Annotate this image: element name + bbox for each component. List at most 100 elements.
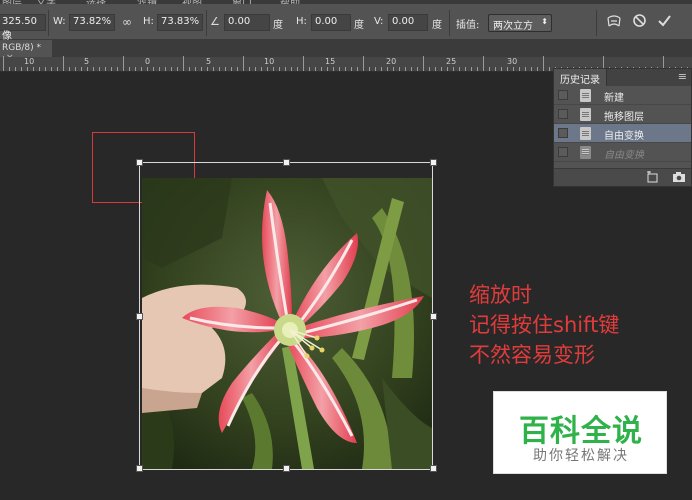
x-position-field[interactable]: 325.50 像: [0, 14, 46, 42]
ruler-tick: [231, 67, 232, 71]
ruler-tick: [147, 67, 148, 71]
transform-handle-right[interactable]: [430, 313, 437, 320]
camera-icon[interactable]: [672, 171, 686, 186]
watermark-subtitle: 助你轻松解决: [533, 448, 629, 464]
ruler-tick: [165, 67, 166, 71]
height-field[interactable]: 73.83%: [157, 14, 203, 31]
separator: [48, 10, 49, 36]
ruler-tick: [297, 67, 298, 71]
history-item-label: 自由变换: [604, 131, 644, 142]
ruler-tick: [159, 67, 160, 71]
history-item-label: 自由变换: [604, 150, 644, 161]
ruler-tick: [171, 67, 172, 71]
transform-handle-top[interactable]: [283, 159, 290, 166]
new-snapshot-icon[interactable]: [646, 171, 660, 186]
commit-check-icon[interactable]: [657, 13, 672, 32]
ruler-tick: [141, 67, 142, 71]
panel-menu-icon[interactable]: ≡: [678, 70, 687, 83]
ruler-tick: [423, 56, 424, 71]
ruler-tick: [45, 67, 46, 71]
ruler-tick: [375, 67, 376, 71]
ruler-tick: [123, 56, 124, 71]
transform-handle-bottom-right[interactable]: [430, 465, 437, 472]
ruler-tick: [63, 56, 64, 71]
ruler-tick: [333, 67, 334, 71]
warp-icon[interactable]: [606, 13, 622, 33]
dropdown-arrow-icon: ⬍: [541, 17, 548, 26]
ruler-tick: [513, 67, 514, 71]
degree-label: 度: [354, 20, 364, 31]
ruler-tick: [369, 67, 370, 71]
ruler-tick: [93, 67, 94, 71]
ruler-tick: [81, 67, 82, 71]
width-field[interactable]: 73.82%: [69, 14, 115, 31]
v-skew-field[interactable]: 0.00: [388, 14, 428, 31]
history-item[interactable]: 拖移图层: [554, 105, 691, 124]
ruler-tick: [507, 67, 508, 71]
document-icon: [580, 146, 591, 159]
height-label: H:: [143, 16, 154, 27]
ruler-tick: [357, 67, 358, 71]
ruler-tick: [399, 67, 400, 71]
annotation-text: 缩放时 记得按住shift键 不然容易变形: [469, 280, 619, 370]
transform-handle-bottom[interactable]: [283, 465, 290, 472]
transform-handle-left[interactable]: [136, 313, 143, 320]
h-skew-field[interactable]: 0.00: [311, 14, 351, 31]
interpolation-select[interactable]: 两次立方 ⬍: [488, 14, 552, 32]
ruler-label: 5: [206, 57, 212, 66]
ruler-label: 5: [84, 57, 90, 66]
ruler-tick: [459, 67, 460, 71]
separator: [596, 10, 597, 36]
ruler-tick: [417, 67, 418, 71]
history-item[interactable]: 新建: [554, 86, 691, 105]
history-item-undone[interactable]: 自由变换: [554, 143, 691, 162]
history-panel-header: 历史记录 ≡: [554, 69, 691, 86]
ruler-tick: [549, 67, 550, 71]
history-panel: 历史记录 ≡ 新建 拖移图层 自由变换 自由变换: [553, 68, 692, 187]
ruler-tick: [489, 67, 490, 71]
ruler-tick: [237, 67, 238, 71]
ruler-tick: [87, 67, 88, 71]
history-brush-source-checkbox[interactable]: [558, 128, 568, 138]
watermark-logo: 百科全说 助你轻松解决: [493, 391, 667, 474]
history-item-selected[interactable]: 自由变换: [554, 124, 691, 143]
ruler-tick: [291, 67, 292, 71]
ruler-tick: [69, 67, 70, 71]
ruler-tick: [345, 67, 346, 71]
document-icon: [580, 108, 591, 121]
ruler-tick: [525, 67, 526, 71]
transform-handle-top-left[interactable]: [136, 159, 143, 166]
document-tab[interactable]: RGB/8) * ×: [0, 40, 52, 63]
ruler-tick: [435, 67, 436, 71]
ruler-tick: [363, 56, 364, 71]
cancel-icon[interactable]: [632, 13, 647, 32]
interpolation-label: 插值:: [456, 20, 480, 31]
free-transform-box[interactable]: [136, 159, 437, 472]
history-brush-source-checkbox[interactable]: [558, 109, 568, 119]
history-brush-source-checkbox[interactable]: [558, 90, 568, 100]
ruler-tick: [195, 67, 196, 71]
ruler-tick: [27, 67, 28, 71]
ruler-tick: [57, 67, 58, 71]
ruler-tick: [537, 67, 538, 71]
history-item-label: 新建: [604, 93, 624, 104]
ruler-tick: [351, 67, 352, 71]
separator: [449, 10, 450, 36]
watermark-title: 百科全说: [519, 414, 643, 449]
transform-handle-bottom-left[interactable]: [136, 465, 143, 472]
transform-handle-top-right[interactable]: [430, 159, 437, 166]
link-icon[interactable]: ∞: [122, 15, 132, 29]
angle-field[interactable]: 0.00: [224, 14, 270, 31]
history-tab[interactable]: 历史记录: [554, 69, 607, 86]
ruler-tick: [501, 67, 502, 71]
width-label: W:: [53, 16, 66, 27]
ruler-tick: [441, 67, 442, 71]
options-bar: 325.50 像 W: 73.82% ∞ H: 73.83% ∠ 0.00 度 …: [0, 4, 692, 42]
ruler-tick: [519, 67, 520, 71]
degree-label: 度: [432, 20, 442, 31]
ruler-tick: [15, 67, 16, 71]
history-brush-source-checkbox[interactable]: [558, 147, 568, 157]
ruler-tick: [243, 56, 244, 71]
ruler-tick: [483, 56, 484, 71]
ruler-tick: [249, 67, 250, 71]
